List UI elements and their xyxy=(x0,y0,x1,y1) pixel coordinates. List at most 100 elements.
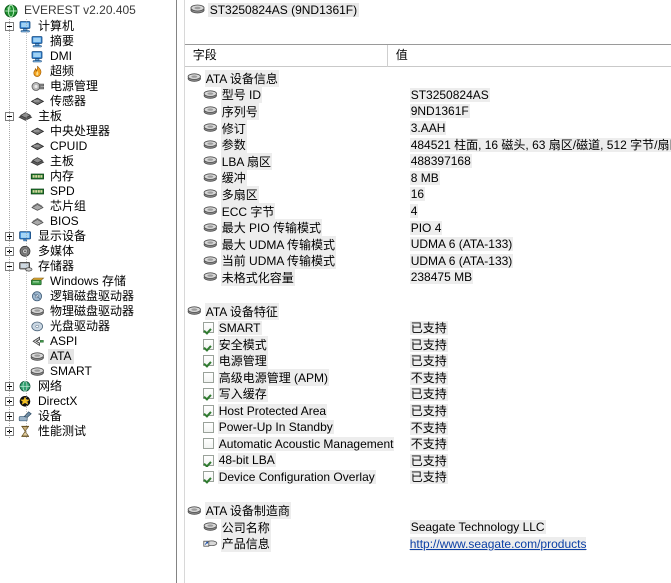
hdd-icon xyxy=(187,71,203,85)
checkbox-checked-icon[interactable] xyxy=(202,471,214,483)
row-field-label: Power-Up In Standby xyxy=(217,420,334,435)
row-field-label: 最大 PIO 传输模式 xyxy=(220,219,323,237)
row-field: 写入缓存 xyxy=(185,385,406,403)
section-header-name: ATA 设备信息 xyxy=(185,69,390,87)
table-row[interactable]: Automatic Acoustic Management 不支持 xyxy=(185,435,671,452)
row-value: 9ND1361F xyxy=(406,104,671,119)
row-field-label: 型号 ID xyxy=(220,86,263,104)
sidebar-item-label: SPD xyxy=(50,184,75,198)
column-header-value[interactable]: 值 xyxy=(388,45,408,67)
checkbox-checked-icon[interactable] xyxy=(202,338,214,350)
checkbox-unchecked-icon[interactable] xyxy=(202,438,214,450)
row-field-label: 修订 xyxy=(220,119,247,137)
row-field: 序列号 xyxy=(185,102,406,120)
table-row[interactable]: LBA 扇区 488397168 xyxy=(185,152,671,170)
table-row[interactable]: 缓冲 8 MB xyxy=(185,169,671,187)
row-field: 安全模式 xyxy=(185,335,406,353)
pane-splitter[interactable] xyxy=(176,0,185,583)
table-row[interactable]: 多扇区 16 xyxy=(185,185,671,203)
row-field-label: 未格式化容量 xyxy=(220,268,295,286)
checkbox-checked-icon[interactable] xyxy=(202,355,214,367)
row-value: 8 MB xyxy=(406,170,671,185)
sidebar-item-label: SMART xyxy=(50,364,92,378)
row-field: Host Protected Area xyxy=(185,403,406,418)
sidebar-item-label: 存储器 xyxy=(38,259,75,273)
flame-icon xyxy=(30,65,46,79)
table-row[interactable]: 型号 ID ST3250824AS xyxy=(185,86,671,104)
table-row[interactable]: 高级电源管理 (APM) 不支持 xyxy=(185,368,671,386)
table-row[interactable]: 最大 PIO 传输模式 PIO 4 xyxy=(185,219,671,237)
row-field: LBA 扇区 xyxy=(185,152,406,170)
table-row[interactable]: 最大 UDMA 传输模式 UDMA 6 (ATA-133) xyxy=(185,235,671,253)
hdd-icon xyxy=(203,121,219,135)
optical-drive-icon xyxy=(30,320,46,334)
row-value-text: 484521 柱面, 16 磁头, 63 扇区/磁道, 512 字节/扇区 xyxy=(409,138,671,153)
table-row[interactable]: 未格式化容量 238475 MB xyxy=(185,268,671,286)
chip-icon xyxy=(30,95,46,109)
sidebar-item-label: 物理磁盘驱动器 xyxy=(50,304,135,318)
table-row[interactable]: 写入缓存 已支持 xyxy=(185,385,671,403)
table-row[interactable]: 48-bit LBA 已支持 xyxy=(185,452,671,469)
checkbox-unchecked-icon[interactable] xyxy=(202,421,214,433)
row-field: 多扇区 xyxy=(185,185,406,203)
table-row[interactable]: Power-Up In Standby 不支持 xyxy=(185,419,671,436)
hdd-icon xyxy=(203,520,219,534)
hdd-icon xyxy=(203,154,219,168)
product-info-link[interactable]: http://www.seagate.com/products xyxy=(409,536,587,551)
section-title: ATA 设备制造商 xyxy=(204,502,291,520)
column-header[interactable]: 字段 值 xyxy=(184,44,671,67)
tree-guide-line-child xyxy=(26,19,27,439)
checkbox-checked-icon[interactable] xyxy=(202,322,214,334)
sidebar-item-label: 显示设备 xyxy=(38,229,87,243)
sidebar-item-label: 摘要 xyxy=(50,34,75,48)
sidebar-item-label: CPUID xyxy=(50,139,88,153)
row-field-label: 序列号 xyxy=(220,102,259,120)
row-field: 缓冲 xyxy=(185,169,406,187)
navigation-sidebar[interactable]: EVEREST v2.20.405 计算机 摘要 DMI 超频 电源管理 传感器 主板 中央处… xyxy=(0,0,177,583)
column-header-field[interactable]: 字段 xyxy=(185,44,388,67)
table-row[interactable]: ECC 字节 4 xyxy=(185,202,671,220)
sidebar-item-label: 性能测试 xyxy=(38,424,87,438)
everest-globe-icon xyxy=(4,4,20,18)
section-header-row[interactable]: ATA 设备信息 xyxy=(185,69,671,87)
sidebar-item-label: DMI xyxy=(50,49,72,63)
table-row[interactable]: Host Protected Area 已支持 xyxy=(185,402,671,419)
table-row[interactable]: 当前 UDMA 传输模式 UDMA 6 (ATA-133) xyxy=(185,252,671,270)
row-value: http://www.seagate.com/products xyxy=(406,536,671,551)
chipset-icon xyxy=(30,200,46,214)
row-value: 16 xyxy=(406,187,671,202)
checkbox-checked-icon[interactable] xyxy=(202,405,214,417)
table-row[interactable]: SMART 已支持 xyxy=(185,319,671,336)
table-row[interactable]: Device Configuration Overlay 已支持 xyxy=(185,469,671,486)
checkbox-checked-icon[interactable] xyxy=(202,454,214,466)
table-row[interactable]: 公司名称 Seagate Technology LLC xyxy=(185,518,671,536)
row-field-label: LBA 扇区 xyxy=(220,152,273,170)
memory-icon xyxy=(30,185,46,199)
sidebar-item-label: BIOS xyxy=(50,214,79,228)
table-row[interactable]: 安全模式 已支持 xyxy=(185,335,671,353)
row-field: 当前 UDMA 传输模式 xyxy=(185,252,406,270)
sidebar-tree[interactable]: 计算机 摘要 DMI 超频 电源管理 传感器 主板 中央处理器 CPUID 主板 内存 SPD 芯片组 B… xyxy=(0,19,176,439)
section-header-row[interactable]: ATA 设备制造商 xyxy=(185,502,671,520)
row-value-text: Seagate Technology LLC xyxy=(409,520,546,535)
table-row[interactable]: 序列号 9ND1361F xyxy=(185,102,671,120)
row-field-label: 当前 UDMA 传输模式 xyxy=(220,252,337,270)
sidebar-item-label: ASPI xyxy=(50,334,78,348)
sidebar-item-label: 传感器 xyxy=(50,94,87,108)
sidebar-item-label: 网络 xyxy=(38,379,63,393)
app-title-row: EVEREST v2.20.405 xyxy=(0,2,176,19)
row-value-text: 9ND1361F xyxy=(409,104,470,119)
row-field-label: 多扇区 xyxy=(220,185,259,203)
row-field: Device Configuration Overlay xyxy=(185,469,406,484)
row-value-text: UDMA 6 (ATA-133) xyxy=(409,253,514,268)
checkbox-checked-icon[interactable] xyxy=(202,388,214,400)
table-row[interactable]: 修订 3.AAH xyxy=(185,119,671,137)
table-row[interactable]: 参数 484521 柱面, 16 磁头, 63 扇区/磁道, 512 字节/扇区 xyxy=(185,136,671,154)
table-row[interactable]: 产品信息 http://www.seagate.com/products xyxy=(185,535,671,553)
section-header-row[interactable]: ATA 设备特征 xyxy=(185,302,671,320)
sidebar-item-label: 设备 xyxy=(38,409,63,423)
row-field-label: 缓冲 xyxy=(220,169,247,187)
checkbox-unchecked-icon[interactable] xyxy=(202,371,214,383)
section-header-name: ATA 设备特征 xyxy=(185,302,390,320)
table-row[interactable]: 电源管理 已支持 xyxy=(185,352,671,370)
